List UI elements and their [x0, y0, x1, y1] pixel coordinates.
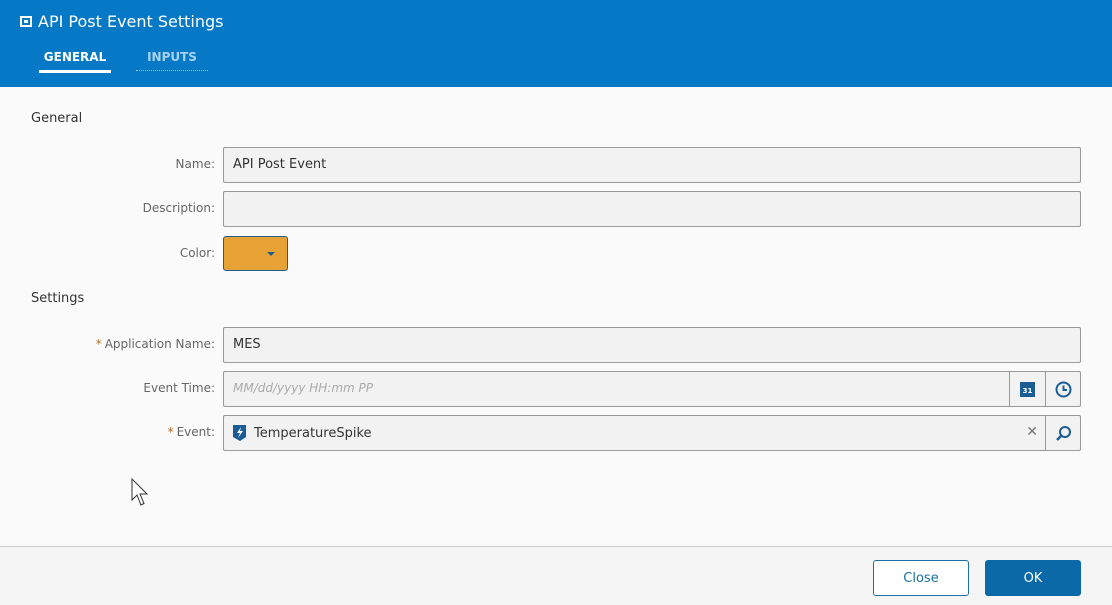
settings-icon — [20, 16, 32, 27]
description-row: Description: — [0, 191, 1112, 227]
color-row: Color: — [0, 236, 1112, 272]
calendar-icon: 31 — [1020, 381, 1035, 397]
ok-button[interactable]: OK — [985, 560, 1081, 596]
close-button[interactable]: Close — [873, 560, 969, 596]
description-input[interactable] — [223, 191, 1081, 227]
event-icon — [233, 425, 246, 441]
general-heading: General — [31, 111, 83, 126]
clock-icon — [1055, 381, 1072, 397]
tab-inputs[interactable]: INPUTS — [136, 50, 208, 71]
dialog-header: API Post Event Settings GENERAL INPUTS — [0, 0, 1112, 87]
mouse-cursor-icon — [131, 478, 149, 506]
required-mark: * — [95, 337, 102, 351]
application-name-input[interactable]: MES — [223, 327, 1081, 363]
required-mark: * — [167, 425, 174, 439]
settings-heading: Settings — [31, 291, 85, 306]
dialog-title-text: API Post Event Settings — [38, 12, 224, 31]
event-label-text: Event: — [176, 425, 215, 439]
event-time-row: Event Time: MM/dd/yyyy HH:mm PP 31 — [0, 371, 1112, 407]
application-name-label: * Application Name: — [96, 337, 215, 351]
name-row: Name: API Post Event — [0, 147, 1112, 183]
event-time-label: Event Time: — [143, 381, 215, 395]
tab-general[interactable]: GENERAL — [39, 50, 111, 73]
dialog-footer: Close OK — [0, 546, 1112, 605]
time-button[interactable] — [1045, 372, 1081, 406]
chevron-down-icon — [267, 252, 275, 256]
search-icon — [1056, 425, 1071, 441]
calendar-day: 31 — [1022, 386, 1033, 395]
event-row: * Event: TemperatureSpike ✕ — [0, 415, 1112, 451]
search-button[interactable] — [1045, 416, 1081, 450]
calendar-button[interactable]: 31 — [1009, 372, 1045, 406]
application-name-row: * Application Name: MES — [0, 327, 1112, 363]
event-value: TemperatureSpike — [254, 425, 372, 441]
application-name-label-text: Application Name: — [104, 337, 215, 351]
event-time-input[interactable]: MM/dd/yyyy HH:mm PP 31 — [223, 371, 1081, 407]
description-label: Description: — [142, 201, 215, 215]
name-label: Name: — [175, 157, 215, 171]
name-input[interactable]: API Post Event — [223, 147, 1081, 183]
event-time-placeholder: MM/dd/yyyy HH:mm PP — [233, 381, 374, 395]
dialog-title: API Post Event Settings — [20, 12, 224, 31]
color-label: Color: — [179, 246, 215, 260]
event-label: * Event: — [168, 425, 215, 439]
event-input[interactable]: TemperatureSpike ✕ — [223, 415, 1081, 451]
clear-icon[interactable]: ✕ — [1026, 424, 1038, 440]
color-picker[interactable] — [223, 236, 288, 271]
